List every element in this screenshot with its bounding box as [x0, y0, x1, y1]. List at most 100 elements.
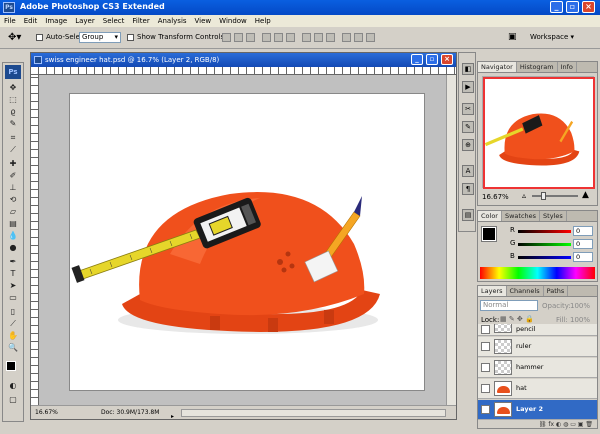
brush-tool-icon[interactable]: ✐ [7, 171, 19, 181]
lasso-tool-icon[interactable]: ϱ [7, 107, 19, 117]
tab-color[interactable]: Color [478, 211, 502, 221]
blue-slider[interactable] [518, 256, 571, 259]
clone-source-icon[interactable]: ⊕ [462, 139, 474, 151]
blend-mode-dropdown[interactable]: Normal [480, 300, 538, 311]
menu-filter[interactable]: Filter [128, 15, 153, 27]
eyedropper-tool-icon[interactable]: ⟋ [7, 319, 19, 329]
gradient-tool-icon[interactable]: ▤ [7, 219, 19, 229]
red-value[interactable]: 0 [573, 226, 593, 236]
workspace-icon[interactable]: ▣ [508, 32, 517, 42]
zoom-slider[interactable] [532, 195, 578, 197]
canvas[interactable] [69, 93, 425, 391]
distribute-hcenter-icon[interactable] [354, 33, 363, 42]
layer-row-pencil[interactable]: pencil [478, 324, 597, 336]
screen-mode-icon[interactable]: ▢ [7, 395, 19, 405]
history-brush-icon[interactable]: ⟲ [7, 195, 19, 205]
tab-channels[interactable]: Channels [507, 286, 544, 296]
blue-value[interactable]: 0 [573, 252, 593, 262]
foreground-color-swatch[interactable] [481, 226, 497, 242]
distribute-bottom-icon[interactable] [326, 33, 335, 42]
marquee-tool-icon[interactable]: ⬚ [7, 95, 19, 105]
menu-select[interactable]: Select [99, 15, 129, 27]
hand-tool-icon[interactable]: ✋ [7, 331, 19, 341]
color-spectrum[interactable] [480, 267, 595, 279]
restore-button[interactable]: ▫ [566, 1, 579, 13]
horizontal-scrollbar[interactable] [181, 409, 446, 417]
align-bottom-icon[interactable] [246, 33, 255, 42]
doc-minimize-button[interactable]: _ [411, 54, 423, 65]
visibility-toggle[interactable] [481, 363, 490, 372]
lock-icons[interactable]: ▦ ✎ ✥ 🔒 [500, 315, 534, 323]
zoom-level[interactable]: 16.67% [35, 406, 58, 420]
layer-row-ruler[interactable]: ruler [478, 337, 597, 357]
align-hcenter-icon[interactable] [274, 33, 283, 42]
menu-view[interactable]: View [191, 15, 216, 27]
animation-icon[interactable]: ▤ [462, 209, 474, 221]
visibility-toggle[interactable] [481, 405, 490, 414]
tab-histogram[interactable]: Histogram [517, 62, 558, 72]
auto-select-checkbox[interactable] [36, 33, 43, 41]
crop-tool-icon[interactable]: ⌗ [7, 133, 19, 143]
menu-window[interactable]: Window [215, 15, 251, 27]
tab-paths[interactable]: Paths [544, 286, 569, 296]
move-tool-icon[interactable]: ✥ [7, 83, 19, 93]
shape-tool-icon[interactable]: ▭ [7, 293, 19, 303]
tab-layers[interactable]: Layers [478, 286, 507, 296]
healing-tool-icon[interactable]: ✚ [7, 159, 19, 169]
vertical-ruler[interactable] [31, 75, 39, 405]
navigator-view-box[interactable] [483, 77, 595, 189]
pen-tool-icon[interactable]: ✒ [7, 257, 19, 267]
type-tool-icon[interactable]: T [7, 269, 19, 279]
brushes-icon[interactable]: ✎ [462, 121, 474, 133]
show-transform-checkbox[interactable] [127, 33, 134, 41]
align-right-icon[interactable] [286, 33, 295, 42]
menu-edit[interactable]: Edit [20, 15, 42, 27]
navigator-zoom-value[interactable]: 16.67% [482, 193, 509, 201]
stamp-tool-icon[interactable]: ⊥ [7, 183, 19, 193]
paragraph-icon[interactable]: ¶ [462, 183, 474, 195]
zoom-out-icon[interactable]: ▵ [522, 191, 526, 200]
actions-icon[interactable]: ▶ [462, 81, 474, 93]
visibility-toggle[interactable] [481, 384, 490, 393]
distribute-vcenter-icon[interactable] [314, 33, 323, 42]
tab-styles[interactable]: Styles [540, 211, 567, 221]
align-vcenter-icon[interactable] [234, 33, 243, 42]
blur-tool-icon[interactable]: 💧 [7, 231, 19, 241]
align-top-icon[interactable] [222, 33, 231, 42]
horizontal-ruler[interactable] [31, 67, 456, 75]
layer-row-layer-2[interactable]: Layer 2 [478, 400, 597, 420]
zoom-tool-icon[interactable]: 🔍 [7, 343, 19, 353]
tab-navigator[interactable]: Navigator [478, 62, 517, 72]
tab-swatches[interactable]: Swatches [502, 211, 541, 221]
move-tool-icon[interactable]: ✥▾ [8, 32, 21, 43]
notes-tool-icon[interactable]: ▯ [7, 307, 19, 317]
opacity-value[interactable]: 100% [570, 302, 590, 310]
foreground-color-swatch[interactable] [6, 361, 16, 371]
layer-comps-icon[interactable]: ◧ [462, 63, 474, 75]
distribute-left-icon[interactable] [342, 33, 351, 42]
fill-value[interactable]: 100% [570, 316, 590, 324]
layer-row-hammer[interactable]: hammer [478, 358, 597, 378]
path-select-icon[interactable]: ➤ [7, 281, 19, 291]
menu-image[interactable]: Image [41, 15, 71, 27]
workspace-button[interactable]: Workspace ▾ [530, 33, 574, 41]
dodge-tool-icon[interactable]: ● [7, 243, 19, 253]
slice-tool-icon[interactable]: ⟋ [7, 145, 19, 155]
red-slider[interactable] [518, 230, 571, 233]
menu-file[interactable]: File [0, 15, 20, 27]
distribute-right-icon[interactable] [366, 33, 375, 42]
green-slider[interactable] [518, 243, 571, 246]
auto-select-dropdown[interactable]: Group ▾ [79, 32, 121, 43]
zoom-in-icon[interactable]: ▲ [582, 190, 589, 200]
eraser-tool-icon[interactable]: ▱ [7, 207, 19, 217]
vertical-scrollbar[interactable] [446, 75, 456, 405]
distribute-top-icon[interactable] [302, 33, 311, 42]
doc-close-button[interactable]: × [441, 54, 453, 65]
green-value[interactable]: 0 [573, 239, 593, 249]
status-menu-arrow-icon[interactable]: ▸ [171, 410, 174, 424]
layer-row-hat[interactable]: hat [478, 379, 597, 399]
tab-info[interactable]: Info [558, 62, 577, 72]
navigator-thumbnail[interactable] [482, 76, 595, 189]
doc-maximize-button[interactable]: ▫ [426, 54, 438, 65]
quick-select-tool-icon[interactable]: ✎ [7, 119, 19, 129]
